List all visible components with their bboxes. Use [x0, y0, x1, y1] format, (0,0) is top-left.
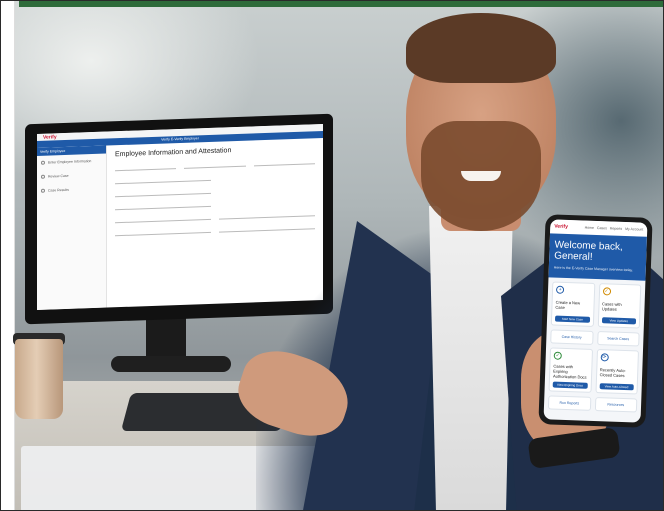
form-row: [115, 157, 315, 172]
top-accent-bar: [19, 1, 663, 7]
plus-icon: +: [555, 285, 565, 294]
step-dot-icon: [41, 188, 45, 193]
page-title: Employee Information and Attestation: [115, 147, 232, 159]
hero-photo: Verify Verify E-Verify Employer Verify E…: [0, 0, 664, 511]
smile: [461, 171, 501, 181]
card-title: Cases with Expiring Authorization Docs: [552, 363, 587, 380]
hair: [406, 13, 556, 83]
view-updates-button[interactable]: View Updates: [601, 317, 637, 325]
form-row: [115, 183, 315, 198]
link-run-reports[interactable]: Run Reports: [547, 395, 591, 411]
form-field[interactable]: [115, 173, 211, 185]
nav-home[interactable]: Home: [585, 226, 594, 230]
card-create-case[interactable]: + Create a New Case Start New Case: [550, 281, 595, 327]
smartphone: Verify Home Cases Reports My Account Wel…: [538, 214, 653, 428]
web-sidebar: Verify Employee Enter Employee Informati…: [37, 145, 107, 310]
form-row: [115, 170, 315, 185]
link-resources[interactable]: Resources: [594, 397, 638, 413]
card-auto-closed[interactable]: ⟳ Recently Auto-Closed Cases View Auto-C…: [594, 349, 639, 395]
card-title: Cases with Updates: [601, 301, 622, 312]
card-title: Create a New Case: [555, 299, 581, 310]
welcome-subtitle: Here is the E-Verify Case Manager overvi…: [553, 265, 633, 273]
start-case-button[interactable]: Start New Case: [554, 315, 590, 323]
nav-cases[interactable]: Cases: [597, 226, 607, 230]
view-auto-closed-button[interactable]: View Auto-Closed: [599, 383, 634, 391]
form-field[interactable]: [184, 159, 246, 169]
app-logo[interactable]: Verify: [554, 224, 568, 230]
form-field[interactable]: [115, 199, 211, 211]
monitor-stand-base: [111, 356, 231, 372]
form-field[interactable]: [253, 157, 315, 167]
card-title: Recently Auto-Closed Cases: [599, 367, 626, 379]
nav-reports[interactable]: Reports: [610, 226, 622, 230]
nav-account[interactable]: My Account: [625, 227, 643, 232]
step-dot-icon: [41, 160, 45, 165]
left-margin: [1, 1, 15, 510]
step-dot-icon: [41, 174, 45, 179]
sidebar-step-3[interactable]: Case Results: [37, 182, 106, 198]
app-nav: Home Cases Reports My Account: [585, 226, 644, 232]
dashboard-grid: + Create a New Case Start New Case ✓ Cas…: [544, 277, 646, 416]
form-field[interactable]: [115, 186, 211, 198]
form-field[interactable]: [115, 162, 177, 172]
link-case-history[interactable]: Case History: [550, 329, 594, 345]
form-row: [115, 209, 315, 224]
form-field[interactable]: [219, 209, 315, 220]
link-search-cases[interactable]: Search Cases: [596, 331, 640, 347]
step-label: Review Case: [48, 173, 69, 179]
form-field[interactable]: [115, 225, 211, 237]
form-row: [115, 196, 315, 211]
step-label: Case Results: [48, 187, 69, 193]
step-label: Enter Employee Information: [48, 159, 92, 165]
card-expiring-docs[interactable]: ✓ Cases with Expiring Authorization Docs…: [548, 347, 593, 393]
refresh-icon: ⟳: [600, 353, 609, 362]
phone-screen: Verify Home Cases Reports My Account Wel…: [543, 219, 648, 423]
form-field[interactable]: [115, 212, 211, 224]
welcome-heading: Welcome back, General!: [554, 239, 623, 263]
check-icon: ✓: [553, 351, 562, 360]
web-logo[interactable]: Verify: [43, 134, 57, 140]
coffee-cup: [15, 339, 63, 419]
check-icon: ✓: [602, 287, 611, 296]
view-expiring-button[interactable]: View Expiring Docs: [552, 381, 588, 389]
card-updates[interactable]: ✓ Cases with Updates View Updates: [597, 283, 642, 329]
welcome-hero: Welcome back, General! Here is the E-Ver…: [548, 233, 647, 281]
